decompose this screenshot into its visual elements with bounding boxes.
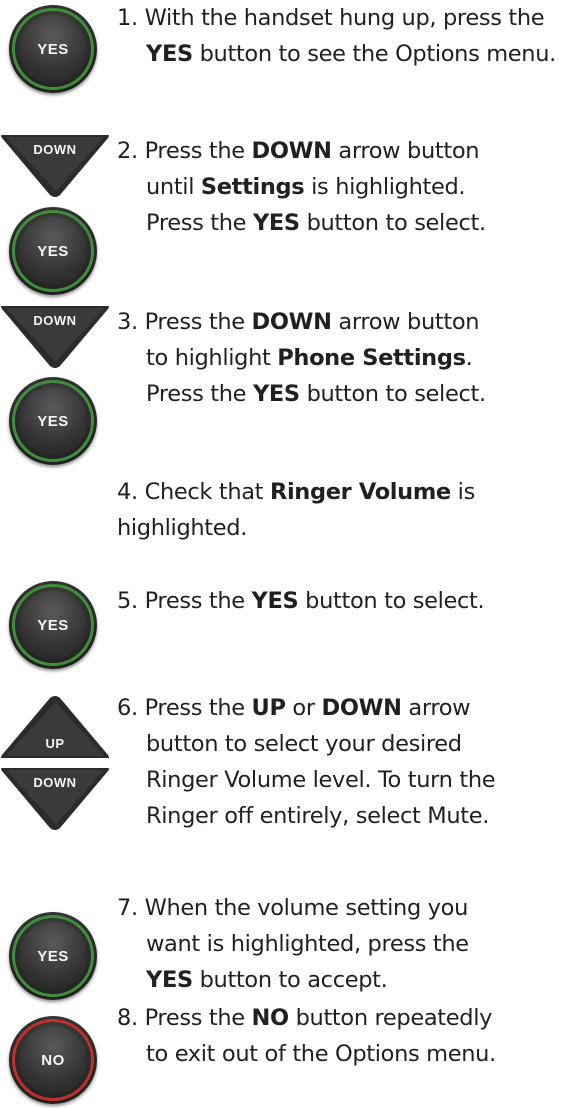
up-arrow-button[interactable]: UP bbox=[0, 694, 110, 760]
step-3: 3. Press the DOWN arrow button to highli… bbox=[117, 309, 486, 407]
no-button-label: NO bbox=[41, 1051, 65, 1069]
yes-button-label: YES bbox=[37, 616, 69, 634]
yes-button-label: YES bbox=[37, 242, 69, 260]
yes-button-label: YES bbox=[37, 947, 69, 965]
step-5: 5. Press the YES button to select. bbox=[117, 588, 485, 614]
up-arrow-button-label: UP bbox=[45, 736, 65, 751]
step-4: 4. Check that Ringer Volume is highlight… bbox=[117, 479, 475, 541]
down-arrow-button[interactable]: DOWN bbox=[0, 133, 110, 199]
step-2: 2. Press the DOWN arrow button until Set… bbox=[117, 138, 486, 236]
yes-button[interactable]: YES bbox=[9, 912, 97, 1000]
step-1: 1. With the handset hung up, press the Y… bbox=[117, 5, 556, 67]
down-arrow-button-label: DOWN bbox=[33, 142, 77, 157]
yes-button[interactable]: YES bbox=[9, 581, 97, 669]
yes-button[interactable]: YES bbox=[9, 5, 97, 93]
down-arrow-button[interactable]: DOWN bbox=[0, 304, 110, 370]
down-arrow-button-label: DOWN bbox=[33, 775, 77, 790]
down-arrow-button-label: DOWN bbox=[33, 313, 77, 328]
step-7: 7. When the volume setting you want is h… bbox=[117, 895, 469, 993]
down-arrow-button[interactable]: DOWN bbox=[0, 766, 110, 832]
yes-button[interactable]: YES bbox=[9, 377, 97, 465]
no-button[interactable]: NO bbox=[9, 1016, 97, 1104]
step-8: 8. Press the NO button repeatedly to exi… bbox=[117, 1005, 496, 1067]
yes-button[interactable]: YES bbox=[9, 207, 97, 295]
yes-button-label: YES bbox=[37, 412, 69, 430]
yes-button-label: YES bbox=[37, 40, 69, 58]
step-6: 6. Press the UP or DOWN arrow button to … bbox=[117, 695, 496, 829]
